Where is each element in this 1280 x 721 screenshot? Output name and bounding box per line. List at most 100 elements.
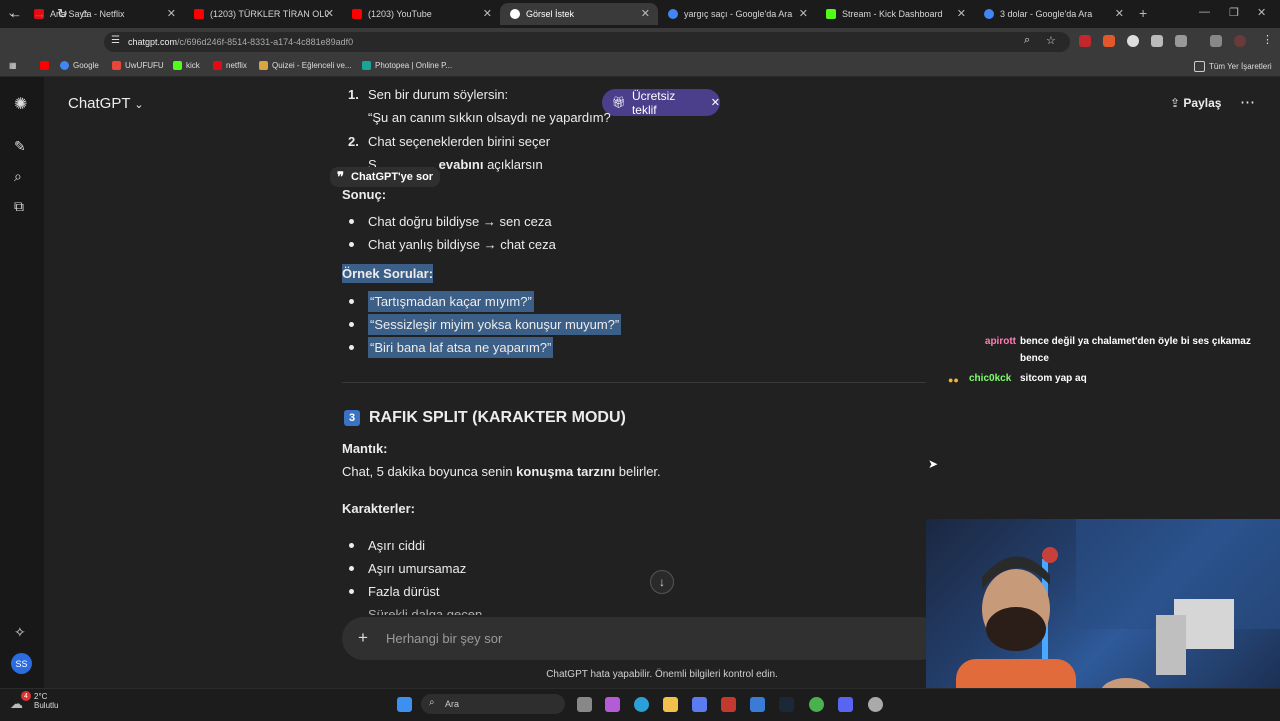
close-tab-icon[interactable]: ✕ (325, 7, 334, 20)
bookmark-netflix[interactable]: netflix (213, 61, 247, 70)
apps-grid-icon[interactable]: ▦ (9, 61, 17, 70)
windows-start-icon[interactable] (397, 697, 412, 712)
free-offer-pill[interactable]: 🎁︎ Ücretsiz teklif ✕ (602, 89, 720, 117)
tab-google-dollar[interactable]: 3 dolar - Google'da Ara ✕ (974, 3, 1132, 25)
task-view-icon[interactable] (577, 697, 592, 712)
badge-number: 3 (348, 412, 356, 424)
list-number: 1. (348, 87, 359, 102)
google-icon (60, 61, 69, 70)
tab-netflix[interactable]: Ana Sayfa - Netflix ✕ (24, 3, 184, 25)
ask-chatgpt-tooltip[interactable]: ❞ ChatGPT'ye sor (330, 167, 440, 187)
logic-heading: Mantık: (342, 441, 388, 456)
sparkle-icon[interactable]: ✧ (14, 624, 26, 641)
extension-orange-icon[interactable] (1103, 35, 1115, 47)
tab-title: Görsel İstek (526, 9, 575, 19)
netflix-icon (213, 61, 222, 70)
bookmark-star-icon[interactable]: ☆ (1046, 34, 1056, 47)
bookmark-google[interactable]: Google (60, 61, 99, 70)
number-3-badge-icon: 3 (344, 410, 360, 426)
scroll-down-arrow-icon[interactable]: ↓ (650, 570, 674, 594)
profile-icon[interactable] (1234, 35, 1246, 47)
chat-message: sitcom yap aq (1020, 373, 1087, 384)
tab-google-search[interactable]: yargıç saçı - Google'da Ara ✕ (658, 3, 816, 25)
taskbar-search[interactable]: ⌕ Ara (421, 694, 565, 714)
tab-kick-dashboard[interactable]: Stream - Kick Dashboard ✕ (816, 3, 974, 25)
url-text[interactable]: chatgpt.com/c/696d246f-8514-8331-a174-4c… (128, 37, 353, 47)
weather-desc: Bulutlu (34, 701, 59, 710)
examples-heading: Örnek Sorular: (342, 264, 434, 283)
logic-text: Chat, 5 dakika boyunca senin konuşma tar… (342, 464, 661, 479)
close-tab-icon[interactable]: ✕ (957, 7, 966, 20)
list-number: 2. (348, 134, 359, 149)
bookmark-label: UwUFUFU (125, 61, 164, 70)
extensions-puzzle-icon[interactable] (1175, 35, 1187, 47)
new-tab-plus-icon[interactable]: + (1139, 5, 1147, 21)
new-chat-icon[interactable]: ✎ (14, 138, 26, 155)
discord-icon[interactable] (838, 697, 853, 712)
bookmark-uwufufu[interactable]: UwUFUFU (112, 61, 164, 70)
google-icon (668, 9, 678, 19)
mail-icon[interactable] (750, 697, 765, 712)
openai-logo-icon[interactable]: ✺ (14, 94, 27, 114)
obs-icon[interactable] (868, 697, 883, 712)
model-selector[interactable]: ChatGPT ⌄ (68, 95, 144, 112)
alert-count: 4 (24, 692, 28, 700)
chat-username: chic0kck (969, 373, 1012, 384)
netflix-app-icon[interactable] (721, 697, 736, 712)
close-tab-icon[interactable]: ✕ (799, 7, 808, 20)
attach-plus-icon[interactable]: + (358, 628, 368, 648)
section-divider (342, 382, 926, 383)
all-bookmarks-label: Tüm Yer İşaretleri (1209, 62, 1272, 71)
extension-play-icon[interactable] (1127, 35, 1139, 47)
steam-icon[interactable] (779, 697, 794, 712)
example-item: “Tartışmadan kaçar mıyım?” (368, 291, 534, 312)
tab-youtube-video[interactable]: (1203) TÜRKLER TİRAN OLUYOR ✕ (184, 3, 342, 25)
tab-chatgpt-active[interactable]: Görsel İstek ✕ (500, 3, 658, 25)
site-info-icon[interactable]: ☰ (111, 35, 120, 46)
zoom-icon[interactable]: ⌕ (1024, 34, 1030, 47)
gift-icon: 🎁︎ (612, 97, 626, 109)
all-bookmarks[interactable]: Tüm Yer İşaretleri (1194, 61, 1272, 72)
reload-icon[interactable]: ↻ (57, 6, 68, 22)
chatgpt-sidebar (0, 77, 44, 688)
browser-menu-icon[interactable]: ⋮ (1262, 33, 1273, 46)
extension-red-icon[interactable] (1079, 35, 1091, 47)
tab-youtube[interactable]: (1203) YouTube ✕ (342, 3, 500, 25)
bookmark-youtube[interactable] (40, 61, 53, 70)
back-arrow-icon[interactable]: ← (9, 6, 22, 21)
minimize-icon[interactable]: — (1199, 6, 1210, 18)
share-label: Paylaş (1183, 96, 1222, 110)
model-name: ChatGPT (68, 95, 131, 112)
bookmark-label: kick (186, 61, 200, 70)
restore-icon[interactable]: ❐ (1229, 6, 1239, 19)
chrome-icon[interactable] (809, 697, 824, 712)
more-options-icon[interactable]: ⋯ (1240, 93, 1255, 111)
close-tab-icon[interactable]: ✕ (483, 7, 492, 20)
extension-shield-icon[interactable] (1151, 35, 1163, 47)
close-window-icon[interactable]: ✕ (1257, 6, 1266, 19)
reading-list-icon[interactable] (1210, 35, 1222, 47)
chat-message: bence değil ya chalamet'den öyle bi ses … (1020, 336, 1251, 347)
edge-icon[interactable] (634, 697, 649, 712)
library-icon[interactable]: ⧉ (14, 198, 24, 215)
share-button[interactable]: ⇪ Paylaş (1170, 96, 1221, 110)
bookmark-kick[interactable]: kick (173, 61, 200, 70)
youtube-icon (352, 9, 362, 19)
bookmark-quizei[interactable]: Quizei - Eğlenceli ve... (259, 61, 352, 70)
copilot-icon[interactable] (605, 697, 620, 712)
store-icon[interactable] (692, 697, 707, 712)
file-explorer-icon[interactable] (663, 697, 678, 712)
home-icon[interactable]: ⌂ (81, 6, 88, 20)
result-item: Chat yanlış bildiyse → chat ceza (368, 237, 556, 252)
forward-arrow-icon[interactable]: → (33, 6, 46, 21)
character-item: Aşırı ciddi (368, 538, 426, 553)
close-icon[interactable]: ✕ (711, 96, 720, 109)
prompt-input[interactable] (386, 629, 886, 647)
close-tab-icon[interactable]: ✕ (1115, 7, 1124, 20)
tab-title: Stream - Kick Dashboard (842, 9, 943, 19)
bookmark-photopea[interactable]: Photopea | Online P... (362, 61, 452, 70)
close-tab-icon[interactable]: ✕ (641, 7, 650, 20)
weather-widget[interactable]: 2°C Bulutlu (34, 692, 58, 710)
search-icon[interactable]: ⌕ (14, 168, 22, 185)
close-tab-icon[interactable]: ✕ (167, 7, 176, 20)
